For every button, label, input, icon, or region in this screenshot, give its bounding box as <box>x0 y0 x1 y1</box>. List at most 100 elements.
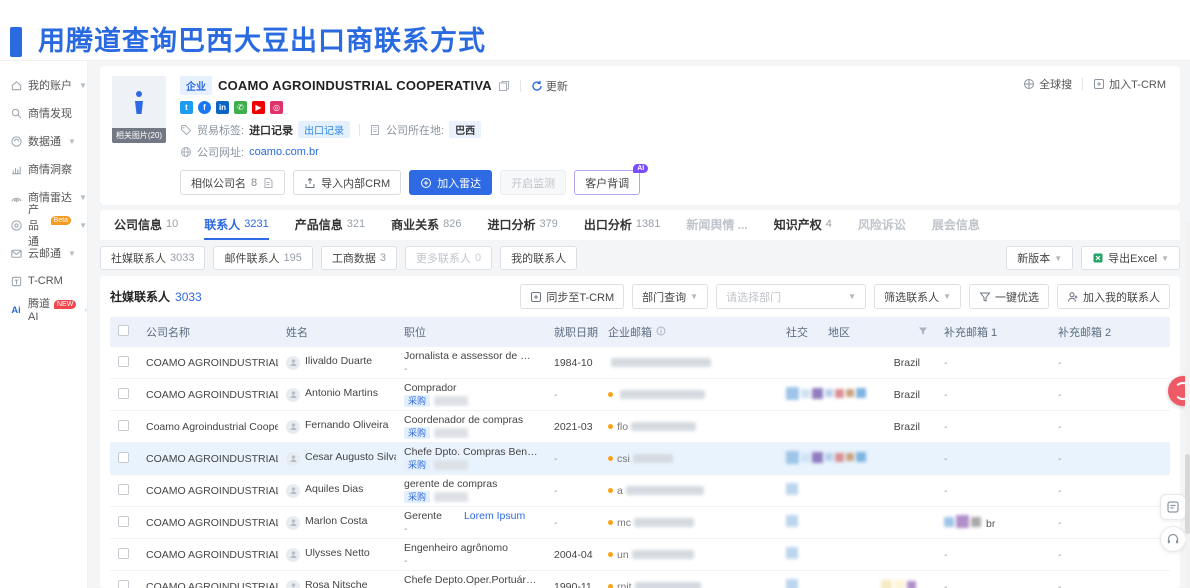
position-tag: 采购 <box>404 395 430 407</box>
company-photo[interactable]: 相关图片(20) <box>112 76 166 160</box>
row-checkbox[interactable] <box>118 420 129 431</box>
sidebar-item-T-CRM[interactable]: T-CRM <box>0 267 87 295</box>
company-cell-text: COAMO AGROINDUSTRIAL COOPERAT... <box>146 517 278 529</box>
filter-contacts-button[interactable]: 筛选联系人▼ <box>874 284 961 309</box>
dept-query-button[interactable]: 部门查询▼ <box>632 284 708 309</box>
instagram-icon[interactable]: ◎ <box>270 101 283 114</box>
cell-checkbox <box>110 475 138 507</box>
chevron-down-icon: ▼ <box>79 193 87 202</box>
refresh-button[interactable]: 更新 <box>531 78 568 94</box>
extra-email-1: - <box>944 389 948 401</box>
sidebar-item-数据通[interactable]: 数据通▼ <box>0 127 87 155</box>
hire-date: 1984-10 <box>554 357 593 369</box>
email-status-dot <box>608 584 613 588</box>
position-text: Gerente <box>404 510 442 523</box>
version-label: 新版本 <box>1017 250 1050 266</box>
select-all-checkbox[interactable] <box>118 325 129 336</box>
quick-select-button[interactable]: 一键优选 <box>969 284 1049 309</box>
cell-name: Marlon Costa <box>278 507 396 539</box>
filter-icon[interactable] <box>918 326 928 339</box>
contact-name: Ilivaldo Duarte <box>305 355 372 367</box>
subfilter-邮件联系人[interactable]: 邮件联系人195 <box>213 246 312 270</box>
company-website-link[interactable]: coamo.com.br <box>249 146 319 158</box>
sync-tcrm-button[interactable]: 同步至T-CRM <box>520 284 624 309</box>
tab-商业关系[interactable]: 商业关系826 <box>391 210 461 240</box>
phone-icon[interactable]: ✆ <box>234 101 247 114</box>
sidebar-item-产品通[interactable]: 产品通Beta▼ <box>0 211 87 239</box>
row-checkbox[interactable] <box>118 548 129 559</box>
row-checkbox[interactable] <box>118 484 129 495</box>
row-checkbox[interactable] <box>118 388 129 399</box>
censored-content <box>786 451 866 464</box>
tab-新闻舆情 ...[interactable]: 新闻舆情 ... <box>686 210 747 240</box>
dept-select[interactable]: 请选择部门▼ <box>716 284 866 309</box>
cell-date: 1990-11 <box>546 571 600 588</box>
headset-button[interactable] <box>1160 526 1186 552</box>
tab-label: 产品信息 <box>295 216 343 233</box>
add-tcrm-button[interactable]: 加入T-CRM <box>1093 76 1166 92</box>
cell-position: Jornalista e assessor de Comunicação- <box>396 347 546 379</box>
linkedin-icon[interactable]: in <box>216 101 229 114</box>
tab-产品信息[interactable]: 产品信息321 <box>295 210 365 240</box>
tab-风险诉讼[interactable]: 风险诉讼 <box>858 210 906 240</box>
column-label: 就职日期 <box>554 324 598 340</box>
twitter-icon[interactable]: t <box>180 101 193 114</box>
scrollbar-thumb[interactable] <box>1185 454 1190 534</box>
tab-count: 10 <box>166 218 178 230</box>
tab-进口分析[interactable]: 进口分析379 <box>488 210 558 240</box>
row-checkbox[interactable] <box>118 356 129 367</box>
censored-email <box>634 518 694 527</box>
company-cell-text: COAMO AGROINDUSTRIAL COOPERAT... <box>146 485 278 497</box>
facebook-icon[interactable]: f <box>198 101 211 114</box>
censored-content <box>944 515 981 528</box>
sidebar-item-云邮通[interactable]: 云邮通▼ <box>0 239 87 267</box>
add-tcrm-icon <box>1093 78 1105 90</box>
subfilter-社媒联系人[interactable]: 社媒联系人3033 <box>100 246 205 270</box>
chevron-down-icon: ▼ <box>690 292 698 301</box>
subfilter-row: 社媒联系人3033 邮件联系人195 工商数据3 更多联系人0 我的联系人 新版本▼ 导… <box>100 246 1180 270</box>
export-record-tag[interactable]: 出口记录 <box>298 121 350 138</box>
subfilter-label: 更多联系人 <box>416 250 471 266</box>
tab-label: 进口分析 <box>488 216 536 233</box>
column-label: 姓名 <box>286 324 308 340</box>
scrollbar-track[interactable] <box>1185 222 1190 588</box>
global-search-button[interactable]: 全球搜 <box>1023 76 1072 92</box>
youtube-icon[interactable]: ▶ <box>252 101 265 114</box>
cell-position: Comprador采购 <box>396 379 546 411</box>
note-link[interactable]: Lorem Ipsum <box>464 510 525 523</box>
start-monitor-button[interactable]: 开启监测 <box>500 170 566 195</box>
cell-date: 1984-10 <box>546 347 600 379</box>
import-crm-button[interactable]: 导入内部CRM <box>293 170 401 195</box>
tab-展会信息[interactable]: 展会信息 <box>932 210 980 240</box>
import-record-tag[interactable]: 进口记录 <box>249 122 293 138</box>
sidebar-item-商情发现[interactable]: 商情发现 <box>0 99 87 127</box>
subfilter-更多联系人[interactable]: 更多联系人0 <box>405 246 492 270</box>
sidebar-item-腾道AI[interactable]: Ai腾道AINEW› <box>0 295 87 323</box>
tab-出口分析[interactable]: 出口分析1381 <box>584 210 661 240</box>
add-to-my-contacts-button[interactable]: 加入我的联系人 <box>1057 284 1170 309</box>
row-checkbox[interactable] <box>118 580 129 588</box>
tab-知识产权[interactable]: 知识产权4 <box>774 210 832 240</box>
sidebar-item-我的账户[interactable]: 我的账户▼ <box>0 71 87 99</box>
tab-联系人[interactable]: 联系人3231 <box>204 210 269 240</box>
tab-公司信息[interactable]: 公司信息10 <box>114 210 178 240</box>
row-checkbox[interactable] <box>118 452 129 463</box>
version-select-button[interactable]: 新版本▼ <box>1006 246 1073 270</box>
cell-checkbox <box>110 507 138 539</box>
cell-checkbox <box>110 347 138 379</box>
row-checkbox[interactable] <box>118 516 129 527</box>
cell-social <box>778 507 820 539</box>
subfilter-工商数据[interactable]: 工商数据3 <box>321 246 397 270</box>
sidebar-item-商情洞察[interactable]: 商情洞察 <box>0 155 87 183</box>
subfilter-我的联系人[interactable]: 我的联系人 <box>500 246 577 270</box>
email-prefix: mc <box>617 517 631 529</box>
export-excel-button[interactable]: 导出Excel▼ <box>1081 246 1180 270</box>
background-check-button[interactable]: 客户背调 AI <box>574 170 640 195</box>
hire-date: - <box>554 389 558 401</box>
feedback-form-button[interactable] <box>1160 494 1186 520</box>
censor-chip <box>812 388 823 399</box>
copy-icon[interactable] <box>498 80 510 92</box>
add-radar-button[interactable]: 加入雷达 <box>409 170 492 195</box>
table-row: COAMO AGROINDUSTRIAL COOPERAT...Ilivaldo… <box>110 347 1170 379</box>
similar-company-button[interactable]: 相似公司名 8 <box>180 170 285 195</box>
